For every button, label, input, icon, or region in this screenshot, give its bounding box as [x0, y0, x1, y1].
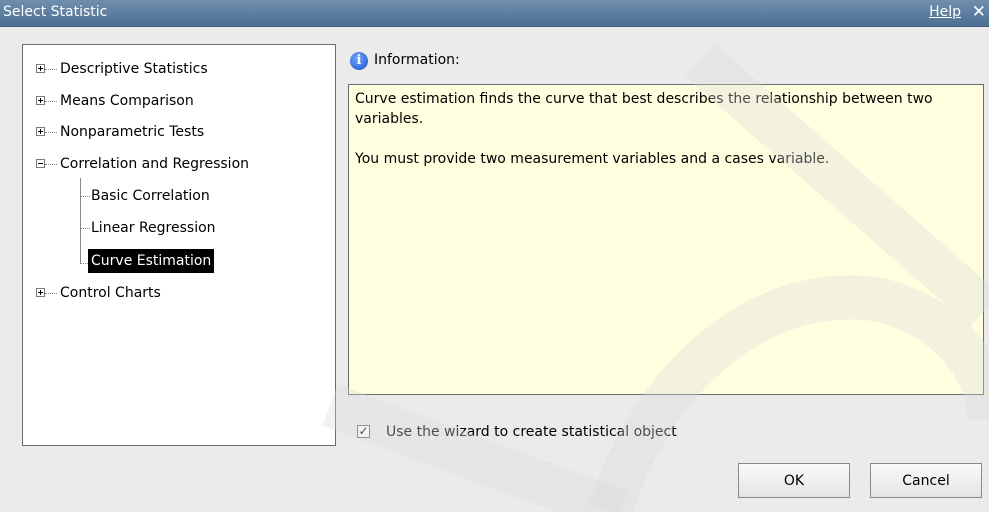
tree-connector-line	[80, 196, 90, 197]
expand-icon[interactable]	[36, 64, 45, 73]
information-text: Curve estimation finds the curve that be…	[355, 91, 933, 127]
expand-icon[interactable]	[36, 288, 45, 297]
tree-item-label: Means Comparison	[60, 93, 194, 109]
information-panel: Curve estimation finds the curve that be…	[348, 84, 984, 395]
help-link[interactable]: Help	[929, 4, 961, 20]
info-icon: i	[350, 52, 368, 70]
statistics-tree[interactable]: Descriptive Statistics Means Comparison …	[22, 44, 336, 446]
tree-connector-line	[80, 228, 90, 229]
expand-icon[interactable]	[36, 96, 45, 105]
close-icon[interactable]: ✕	[972, 2, 986, 22]
tree-item-label: Control Charts	[60, 285, 161, 301]
tree-item-label: Correlation and Regression	[60, 156, 250, 172]
dialog-titlebar[interactable]: Select Statistic Help ✕	[0, 0, 989, 27]
tree-connector-line	[45, 101, 57, 102]
tree-item-label: Basic Correlation	[91, 188, 210, 204]
information-text: You must provide two measurement variabl…	[355, 151, 830, 167]
cancel-button[interactable]: Cancel	[870, 463, 982, 498]
tree-connector-line	[80, 178, 81, 264]
wizard-checkbox[interactable]: ✓	[357, 425, 370, 438]
tree-connector-line	[45, 132, 57, 133]
tree-item-label: Descriptive Statistics	[60, 61, 208, 77]
information-label: Information:	[374, 52, 460, 68]
tree-item-label: Linear Regression	[91, 220, 216, 236]
collapse-icon[interactable]	[36, 159, 45, 168]
tree-connector-line	[45, 164, 57, 165]
wizard-checkbox-label[interactable]: Use the wizard to create statistical obj…	[386, 424, 677, 440]
tree-item-label-selected: Curve Estimation	[88, 249, 215, 273]
expand-icon[interactable]	[36, 127, 45, 136]
tree-connector-line	[45, 293, 57, 294]
tree-connector-line	[45, 69, 57, 70]
dialog-title: Select Statistic	[3, 4, 108, 20]
tree-item-label: Nonparametric Tests	[60, 124, 205, 140]
ok-button[interactable]: OK	[738, 463, 850, 498]
